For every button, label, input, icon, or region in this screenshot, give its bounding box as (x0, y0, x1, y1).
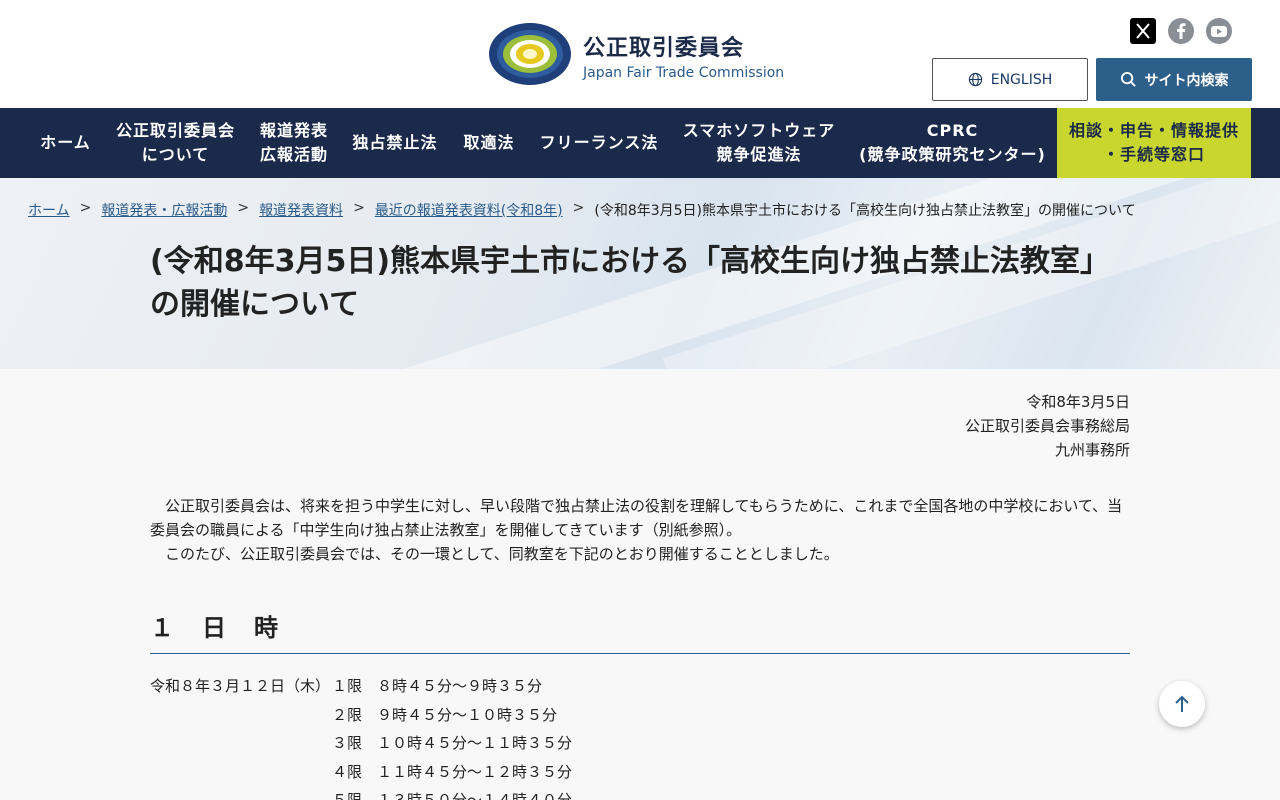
schedule-period: ２限 ９時４５分～１０時３５分 (332, 705, 558, 724)
arrow-up-icon (1175, 695, 1189, 712)
schedule-period: ５限 １３時５０分～１４時４０分 (332, 791, 573, 800)
issuer: 公正取引委員会事務総局 (964, 417, 1130, 435)
section-heading-datetime: １ 日 時 (150, 608, 1130, 654)
page-title: (令和8年3月5日)熊本県宇土市における「高校生向け独占禁止法教室」の開催につい… (150, 244, 1111, 322)
breadcrumb-separator: > (79, 200, 92, 216)
nav-item-home[interactable]: ホーム (28, 108, 103, 178)
schedule-row: ３限 １０時４５分～１１時３５分 (150, 731, 572, 760)
back-to-top-button[interactable] (1159, 681, 1205, 727)
jftc-logo[interactable] (488, 22, 572, 86)
nav-item-consultation[interactable]: 相談・申告・情報提供 ・手続等窓口 (1057, 108, 1251, 178)
nav-item-cprc[interactable]: CPRC (競争政策研究センター) (848, 108, 1057, 178)
english-label: ENGLISH (990, 71, 1053, 88)
globe-icon (968, 72, 982, 87)
breadcrumb-press[interactable]: 報道発表・広報活動 (101, 200, 227, 220)
schedule-date: 令和８年３月１２日（木） (150, 677, 331, 695)
nav-item-freelance[interactable]: フリーランス法 (528, 108, 670, 178)
search-icon (1120, 71, 1136, 87)
title-band: ホーム > 報道発表・広報活動 > 報道発表資料 > 最近の報道発表資料(令和8… (0, 178, 1280, 369)
nav-item-toriteki[interactable]: 取適法 (450, 108, 528, 178)
breadcrumb-separator: > (353, 200, 365, 216)
nav-item-smartphone-act[interactable]: スマホソフトウェア 競争促進法 (670, 108, 848, 178)
schedule-row: ５限 １３時５０分～１４時４０分 (150, 788, 572, 800)
lead-paragraph: 公正取引委員会は、将来を担う中学生に対し、早い段階で独占禁止法の役割を理解しても… (150, 497, 1123, 539)
schedule-row: 令和８年３月１２日（木） １限 ８時４５分～９時３５分 (150, 674, 572, 703)
nav-item-press[interactable]: 報道発表 広報活動 (248, 108, 340, 178)
search-label: サイト内検索 (1144, 72, 1229, 89)
org-name-english[interactable]: Japan Fair Trade Commission (583, 65, 784, 81)
youtube-icon[interactable] (1206, 18, 1232, 44)
nav-item-antimonopoly[interactable]: 独占禁止法 (340, 108, 450, 178)
release-meta: 令和8年3月5日 公正取引委員会事務総局 九州事務所 (965, 390, 1130, 462)
schedule-row: ２限 ９時４５分～１０時３５分 (150, 703, 572, 732)
site-search-button[interactable]: サイト内検索 (1096, 58, 1252, 101)
breadcrumb-home[interactable]: ホーム (28, 200, 70, 220)
schedule-list: 令和８年３月１２日（木） １限 ８時４５分～９時３５分 ２限 ９時４５分～１０時３… (150, 674, 572, 800)
schedule-period: ４限 １１時４５分～１２時３５分 (332, 762, 573, 781)
issuer-office: 九州事務所 (1054, 441, 1130, 459)
schedule-row: ４限 １１時４５分～１２時３５分 (150, 760, 572, 789)
breadcrumb-current: (令和8年3月5日)熊本県宇土市における「高校生向け独占禁止法教室」の開催につい… (594, 203, 1136, 219)
breadcrumb-separator: > (237, 200, 250, 216)
nav-item-about[interactable]: 公正取引委員会 について (103, 108, 248, 178)
breadcrumb: ホーム > 報道発表・広報活動 > 報道発表資料 > 最近の報道発表資料(令和8… (28, 200, 1136, 220)
x-icon[interactable] (1130, 18, 1156, 44)
org-name[interactable]: 公正取引委員会 (583, 30, 744, 62)
facebook-icon[interactable] (1168, 18, 1194, 44)
site-header: 公正取引委員会 Japan Fair Trade Commission ENGL… (0, 0, 1280, 108)
breadcrumb-recent-press[interactable]: 最近の報道発表資料(令和8年) (375, 200, 563, 220)
schedule-period: １限 ８時４５分～９時３５分 (332, 677, 543, 695)
breadcrumb-press-materials[interactable]: 報道発表資料 (259, 200, 343, 220)
global-nav: ホーム 公正取引委員会 について 報道発表 広報活動 独占禁止法 取適法 フリー… (0, 108, 1280, 178)
schedule-period: ３限 １０時４５分～１１時３５分 (332, 734, 573, 752)
english-button[interactable]: ENGLISH (932, 58, 1088, 101)
lead-text: 公正取引委員会は、将来を担う中学生に対し、早い段階で独占禁止法の役割を理解しても… (150, 494, 1130, 566)
breadcrumb-separator: > (572, 200, 585, 216)
release-date: 令和8年3月5日 (1026, 393, 1130, 411)
lead-paragraph: このたび、公正取引委員会では、その一環として、同教室を下記のとおり開催することと… (165, 545, 839, 563)
